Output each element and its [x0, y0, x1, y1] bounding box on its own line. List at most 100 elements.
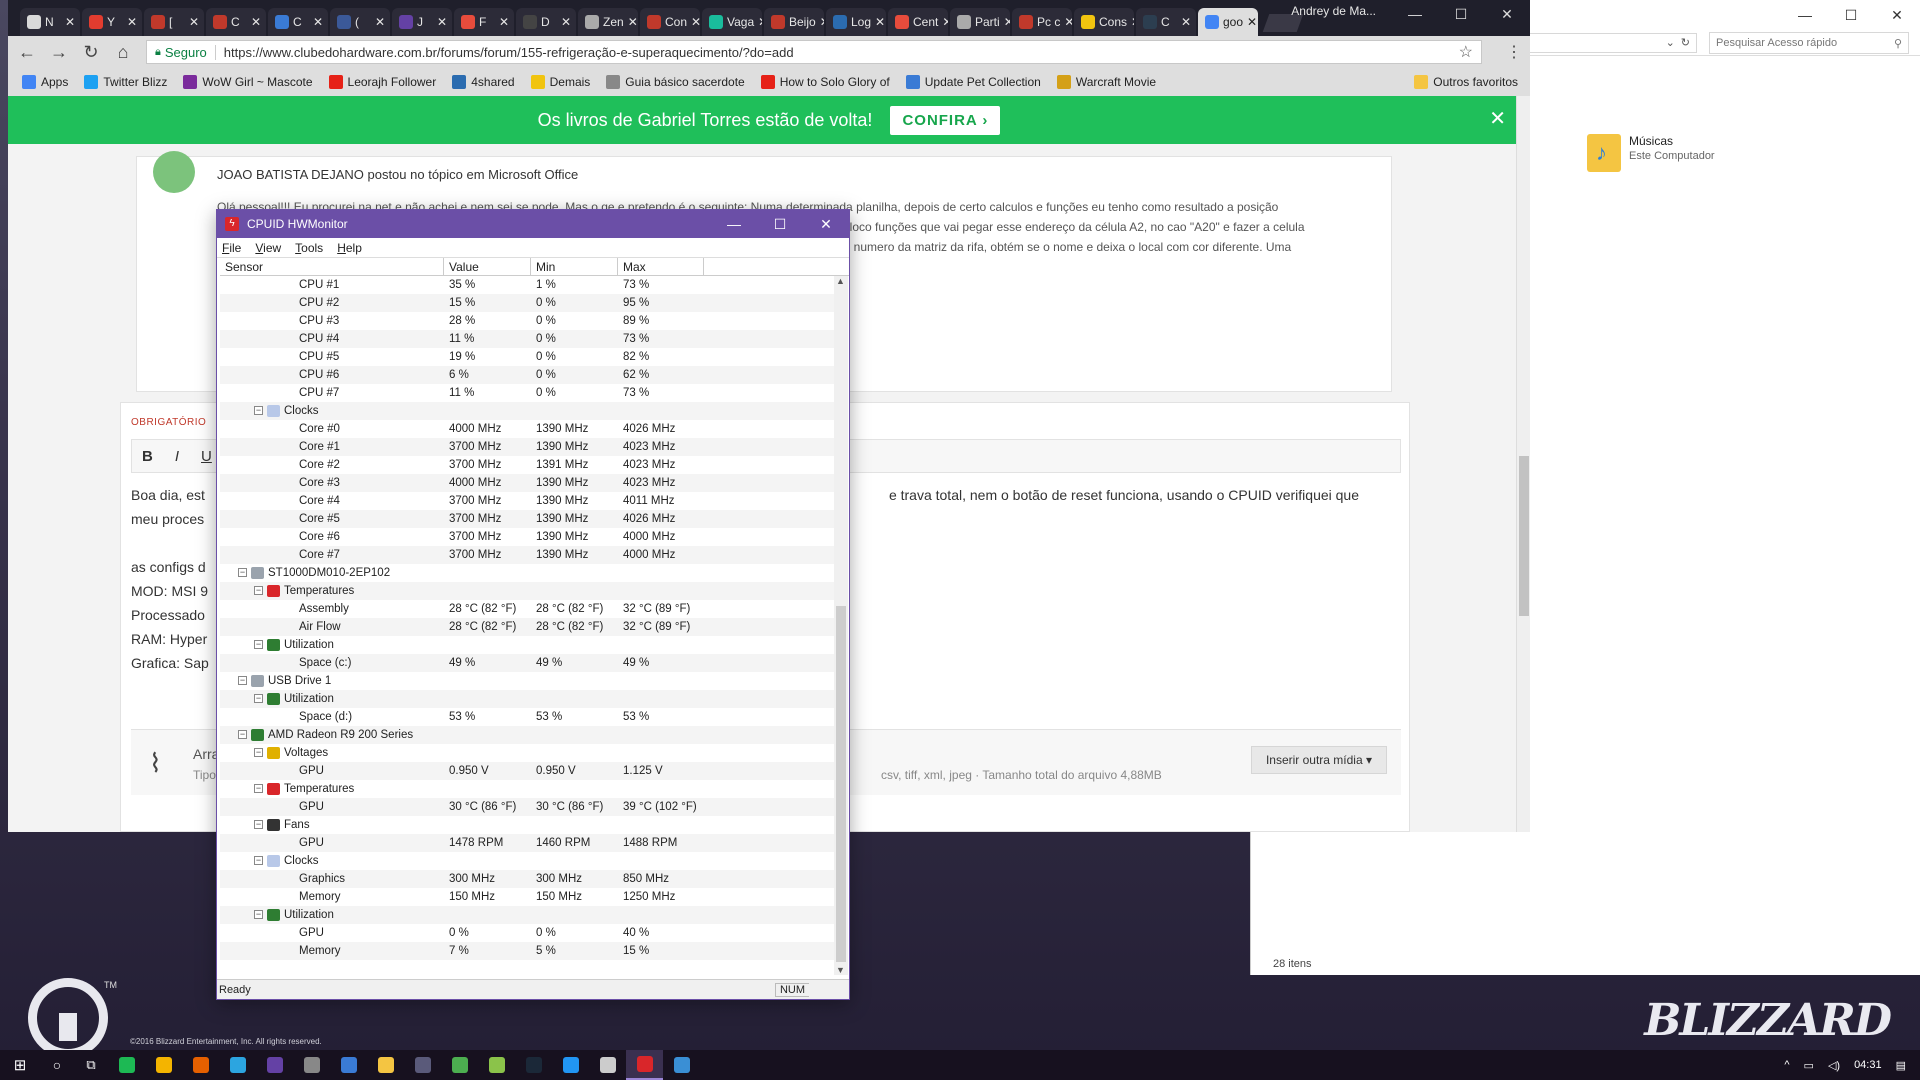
- tree-collapse-icon[interactable]: −: [254, 856, 263, 865]
- taskbar-app-spotify[interactable]: [108, 1050, 145, 1080]
- search-icon[interactable]: ○: [40, 1057, 74, 1073]
- sensor-row[interactable]: CPU #5 19 % 0 % 82 %: [220, 348, 836, 366]
- sensor-row[interactable]: CPU #4 11 % 0 % 73 %: [220, 330, 836, 348]
- taskbar-app-steam[interactable]: [515, 1050, 552, 1080]
- tab-close-icon[interactable]: ✕: [313, 15, 323, 29]
- tab-close-icon[interactable]: ✕: [127, 15, 137, 29]
- close-icon[interactable]: ✕: [1489, 106, 1506, 131]
- tab-close-icon[interactable]: ✕: [942, 15, 948, 29]
- sensor-row[interactable]: − Temperatures: [220, 582, 836, 600]
- taskbar-app-chrome[interactable]: [145, 1050, 182, 1080]
- bookmark-item[interactable]: How to Solo Glory of: [760, 75, 890, 89]
- other-bookmarks[interactable]: Outros favoritos: [1414, 75, 1518, 89]
- sensor-row[interactable]: Core #7 3700 MHz 1390 MHz 4000 MHz: [220, 546, 836, 564]
- tree-collapse-icon[interactable]: −: [254, 784, 263, 793]
- sensor-row[interactable]: Core #4 3700 MHz 1390 MHz 4011 MHz: [220, 492, 836, 510]
- bookmark-item[interactable]: Warcraft Movie: [1056, 75, 1156, 89]
- bookmark-item[interactable]: Demais: [530, 75, 590, 89]
- browser-tab[interactable]: Beijo ✕: [764, 8, 824, 36]
- sensor-row[interactable]: − Clocks: [220, 852, 836, 870]
- sensor-row[interactable]: − USB Drive 1: [220, 672, 836, 690]
- sensor-row[interactable]: CPU #2 15 % 0 % 95 %: [220, 294, 836, 312]
- taskbar-app-cpuid[interactable]: [663, 1050, 700, 1080]
- sensor-scrollbar[interactable]: ▲ ▼: [834, 276, 848, 975]
- tab-close-icon[interactable]: ✕: [251, 15, 261, 29]
- browser-tab[interactable]: Vaga✕: [702, 8, 762, 36]
- reload-icon[interactable]: ↻: [82, 42, 100, 63]
- network-icon[interactable]: ▭: [1804, 1059, 1814, 1072]
- sensor-row[interactable]: Core #1 3700 MHz 1390 MHz 4023 MHz: [220, 438, 836, 456]
- taskbar-app-epic[interactable]: [589, 1050, 626, 1080]
- close-icon[interactable]: ✕: [803, 216, 849, 233]
- menu-help[interactable]: Help: [337, 241, 362, 255]
- tree-collapse-icon[interactable]: −: [238, 730, 247, 739]
- bookmark-item[interactable]: Guia básico sacerdote: [606, 75, 745, 89]
- minimize-icon[interactable]: —: [711, 216, 757, 233]
- taskbar-app-twitch[interactable]: [256, 1050, 293, 1080]
- sensor-row[interactable]: − AMD Radeon R9 200 Series: [220, 726, 836, 744]
- sensor-row[interactable]: Space (d:) 53 % 53 % 53 %: [220, 708, 836, 726]
- browser-tab[interactable]: D ✕: [516, 8, 576, 36]
- underline-button[interactable]: U: [201, 448, 212, 465]
- bookmark-item[interactable]: 4shared: [452, 75, 515, 89]
- browser-tab[interactable]: Log ✕: [826, 8, 886, 36]
- tab-close-icon[interactable]: ✕: [875, 15, 885, 29]
- sensor-row[interactable]: Space (c:) 49 % 49 % 49 %: [220, 654, 836, 672]
- minimize-icon[interactable]: —: [1782, 7, 1828, 23]
- bookmark-item[interactable]: Leorajh Follower: [328, 75, 436, 89]
- italic-button[interactable]: I: [175, 448, 179, 465]
- sensor-row[interactable]: Memory 7 % 5 % 15 %: [220, 942, 836, 960]
- tree-collapse-icon[interactable]: −: [254, 694, 263, 703]
- taskbar-app-hwmonitor[interactable]: [626, 1050, 663, 1080]
- bookmark-item[interactable]: Twitter Blizz: [84, 75, 167, 89]
- tab-close-icon[interactable]: ✕: [820, 15, 824, 29]
- insert-media-button[interactable]: Inserir outra mídia ▾: [1250, 746, 1387, 774]
- sensor-row[interactable]: GPU 0.950 V 0.950 V 1.125 V: [220, 762, 836, 780]
- browser-tab[interactable]: F ✕: [454, 8, 514, 36]
- taskbar-app-app-c[interactable]: [478, 1050, 515, 1080]
- browser-tab[interactable]: C ✕: [1136, 8, 1196, 36]
- scroll-up-icon[interactable]: ▲: [836, 276, 845, 286]
- tab-close-icon[interactable]: ✕: [691, 15, 700, 29]
- page-scrollbar[interactable]: [1516, 96, 1530, 832]
- sensor-row[interactable]: Graphics 300 MHz 300 MHz 850 MHz: [220, 870, 836, 888]
- page-scroll-thumb[interactable]: [1519, 456, 1529, 616]
- taskbar-app-app-b[interactable]: [441, 1050, 478, 1080]
- promo-button[interactable]: CONFIRA ›: [890, 105, 1001, 135]
- tree-collapse-icon[interactable]: −: [254, 820, 263, 829]
- taskbar-app-app-a[interactable]: [404, 1050, 441, 1080]
- tab-close-icon[interactable]: ✕: [499, 15, 509, 29]
- taskbar-app-battle-net[interactable]: [552, 1050, 589, 1080]
- taskbar-app-store[interactable]: [293, 1050, 330, 1080]
- maximize-icon[interactable]: ☐: [1828, 7, 1874, 24]
- column-header-min[interactable]: Min: [531, 258, 618, 275]
- forward-icon[interactable]: →: [50, 42, 68, 63]
- tab-close-icon[interactable]: ✕: [1004, 15, 1010, 29]
- close-icon[interactable]: ✕: [1484, 0, 1530, 28]
- back-icon[interactable]: ←: [18, 42, 36, 63]
- close-icon[interactable]: ✕: [1874, 7, 1920, 24]
- sensor-row[interactable]: GPU 1478 RPM 1460 RPM 1488 RPM: [220, 834, 836, 852]
- tree-collapse-icon[interactable]: −: [238, 568, 247, 577]
- browser-tab[interactable]: Con ✕: [640, 8, 700, 36]
- address-bar[interactable]: 🔒︎ Seguro https://www.clubedohardware.co…: [146, 40, 1482, 64]
- sensor-row[interactable]: Core #5 3700 MHz 1390 MHz 4026 MHz: [220, 510, 836, 528]
- sensor-row[interactable]: Core #0 4000 MHz 1390 MHz 4026 MHz: [220, 420, 836, 438]
- browser-tab[interactable]: (✕: [330, 8, 390, 36]
- sensor-row[interactable]: − Voltages: [220, 744, 836, 762]
- minimize-icon[interactable]: —: [1392, 0, 1438, 28]
- scroll-down-icon[interactable]: ▼: [836, 965, 845, 975]
- notifications-icon[interactable]: ▤: [1896, 1059, 1906, 1072]
- tree-collapse-icon[interactable]: −: [254, 406, 263, 415]
- browser-tab[interactable]: J ✕: [392, 8, 452, 36]
- sensor-row[interactable]: Core #2 3700 MHz 1391 MHz 4023 MHz: [220, 456, 836, 474]
- tab-close-icon[interactable]: ✕: [1247, 15, 1257, 29]
- menu-icon[interactable]: ⋮: [1506, 42, 1522, 62]
- browser-tab[interactable]: Zen ✕: [578, 8, 638, 36]
- sensor-row[interactable]: Memory 150 MHz 150 MHz 1250 MHz: [220, 888, 836, 906]
- taskbar-app-edge-tool[interactable]: [330, 1050, 367, 1080]
- activity-heading[interactable]: JOAO BATISTA DEJANO postou no tópico em …: [217, 167, 578, 182]
- column-header-sensor[interactable]: Sensor: [220, 258, 444, 275]
- sensor-row[interactable]: Assembly 28 °C (82 °F) 28 °C (82 °F) 32 °C …: [220, 600, 836, 618]
- sensor-row[interactable]: − Utilization: [220, 636, 836, 654]
